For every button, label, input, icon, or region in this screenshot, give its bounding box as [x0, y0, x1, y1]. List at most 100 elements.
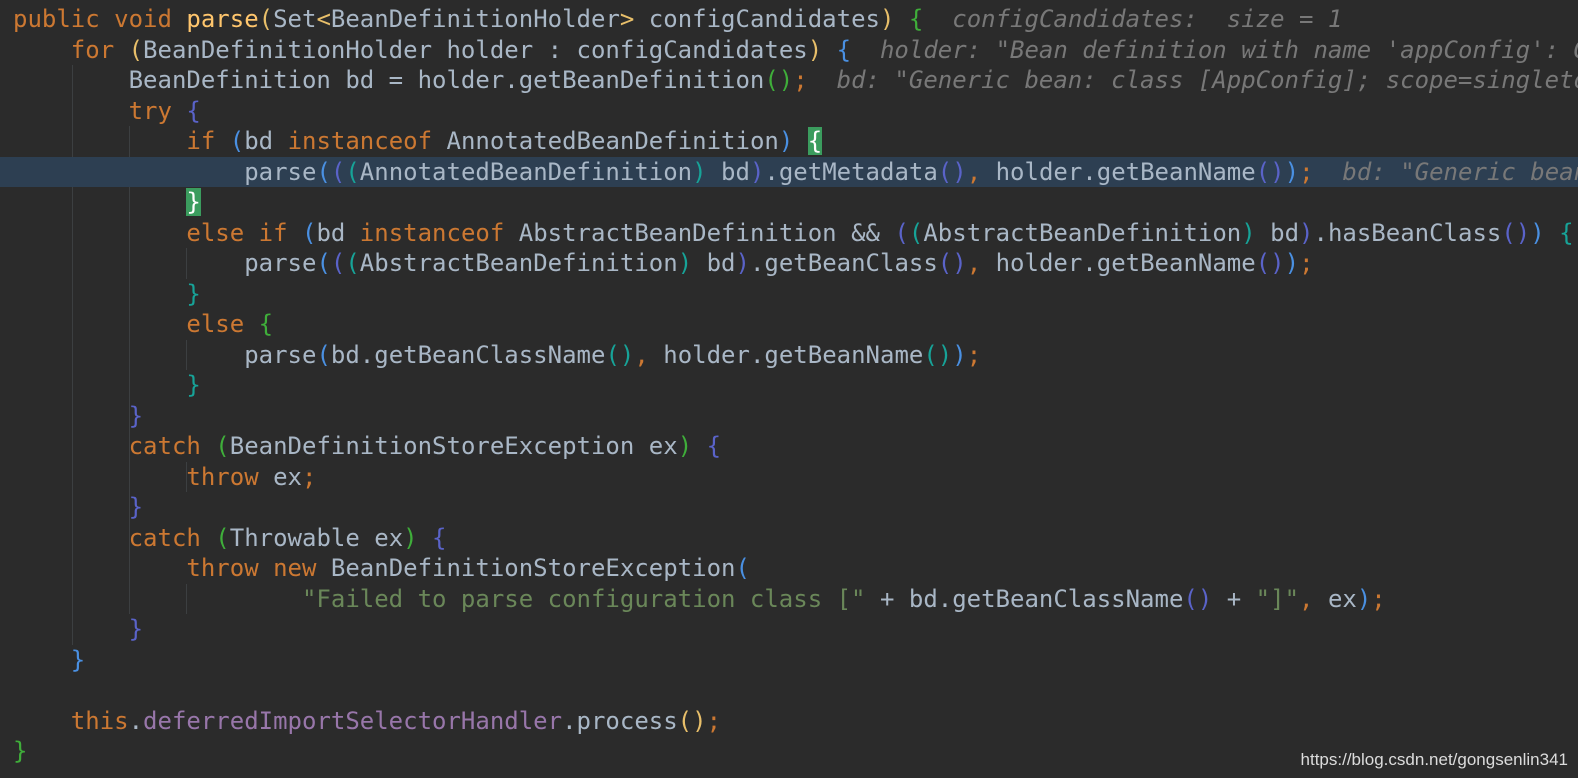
code-line[interactable]: parse(((AbstractBeanDefinition) bd).getB… [0, 248, 1578, 279]
code-token: .getBeanClass [749, 249, 938, 277]
code-token: holder.getBeanName [995, 249, 1256, 277]
code-line[interactable]: BeanDefinition bd = holder.getBeanDefini… [0, 65, 1578, 96]
code-line[interactable]: throw new BeanDefinitionStoreException( [0, 553, 1578, 584]
code-token: + [1212, 584, 1256, 613]
code-token: .getMetadata [764, 157, 938, 186]
code-line[interactable] [0, 675, 1578, 706]
code-token: () [1255, 157, 1285, 186]
code-token: BeanDefinitionStoreException [330, 554, 736, 582]
code-token: ) [735, 249, 750, 277]
code-token: ( [258, 5, 274, 33]
code-token: } [186, 188, 201, 216]
code-token: } [70, 645, 86, 674]
inline-debug-hint: configCandidates: size = 1 [923, 5, 1343, 33]
code-token: () [937, 249, 967, 277]
code-token: AbstractBeanDefinition [359, 249, 678, 277]
code-token: AbstractBeanDefinition && [518, 218, 895, 247]
code-token: { [836, 35, 852, 64]
code-token: catch [128, 432, 216, 460]
code-token: } [128, 401, 144, 430]
code-editor[interactable]: public void parse(Set<BeanDefinitionHold… [0, 0, 1578, 778]
code-line[interactable]: parse(((AnnotatedBeanDefinition) bd).get… [0, 156, 1578, 187]
code-line[interactable]: try { [0, 96, 1578, 127]
code-token: { [186, 96, 201, 125]
code-token: ; [1299, 157, 1314, 186]
code-token: } [128, 493, 144, 521]
code-line[interactable]: } [0, 370, 1578, 401]
code-token: ( [128, 35, 144, 64]
code-token: , [966, 249, 996, 277]
code-line[interactable]: else if (bd instanceof AbstractBeanDefin… [0, 218, 1578, 249]
code-token: ; [302, 462, 317, 491]
code-token: bd [692, 249, 736, 277]
code-line[interactable]: throw ex; [0, 462, 1578, 493]
code-token: Throwable ex [229, 523, 404, 552]
code-token: throw new [186, 554, 331, 582]
code-token: ) [1284, 249, 1300, 277]
code-token: ) [1530, 218, 1545, 247]
code-token: ; [1371, 584, 1386, 613]
code-line[interactable]: this.deferredImportSelectorHandler.proce… [0, 706, 1578, 737]
code-token: + bd.getBeanClassName [865, 584, 1184, 613]
code-token: ) [749, 157, 765, 186]
code-line[interactable]: } [0, 279, 1578, 310]
code-token: { [908, 5, 924, 33]
code-line[interactable]: else { [0, 309, 1578, 340]
code-token: () [937, 157, 967, 186]
code-token: ( [316, 157, 331, 186]
code-line[interactable]: } [0, 187, 1578, 218]
code-token: "]" [1255, 584, 1300, 613]
code-line[interactable]: } [0, 401, 1578, 432]
code-token: { [432, 523, 447, 552]
code-token: parse [13, 249, 317, 277]
code-token: holder.getBeanName [995, 157, 1256, 186]
code-line[interactable]: catch (Throwable ex) { [0, 523, 1578, 554]
code-token: else if [186, 218, 302, 247]
code-token: BeanDefinitionStoreException ex [229, 432, 678, 460]
code-token: bd.getBeanClassName [330, 340, 606, 369]
inline-debug-hint: bd: "Generic bean: class [AppConfig]; sc… [1342, 157, 1578, 186]
code-token: .process [562, 706, 678, 735]
code-line[interactable]: public void parse(Set<BeanDefinitionHold… [0, 4, 1578, 35]
code-token: () [1501, 218, 1531, 247]
code-token: { [706, 432, 722, 460]
code-line[interactable]: if (bd instanceof AnnotatedBeanDefinitio… [0, 126, 1578, 157]
inline-debug-hint: bd: "Generic bean: class [AppConfig]; sc… [836, 66, 1578, 94]
code-token: ; [706, 706, 722, 735]
code-token: () [1183, 584, 1213, 613]
code-token: ( [215, 523, 230, 552]
code-line[interactable]: "Failed to parse configuration class [" … [0, 584, 1578, 615]
code-token: holder.getBeanName [663, 340, 924, 369]
code-token: bd [706, 157, 750, 186]
code-line[interactable]: parse(bd.getBeanClassName(), holder.getB… [0, 340, 1578, 371]
code-line[interactable]: } [0, 492, 1578, 523]
inline-debug-hint: holder: "Bean definition with name 'appC… [879, 35, 1578, 64]
code-token: ( [345, 157, 360, 186]
code-line[interactable]: } [0, 645, 1578, 676]
code-line[interactable]: } [0, 614, 1578, 645]
code-token: () [1255, 249, 1285, 277]
code-token: > [619, 5, 635, 33]
code-token: Set [273, 5, 317, 33]
code-token: () [923, 340, 953, 369]
code-token: ) [403, 523, 418, 552]
code-line[interactable]: for (BeanDefinitionHolder holder : confi… [0, 35, 1578, 66]
code-token: ( [330, 157, 346, 186]
code-token: configCandidates [634, 5, 880, 33]
code-token: ) [879, 5, 895, 33]
code-line[interactable]: catch (BeanDefinitionStoreException ex) … [0, 431, 1578, 462]
code-token: } [128, 615, 144, 643]
code-token: ( [301, 218, 317, 247]
